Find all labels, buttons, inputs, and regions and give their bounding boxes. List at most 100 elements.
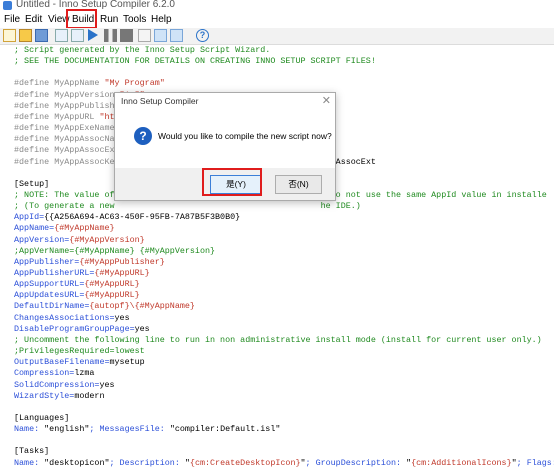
code-token: #define MyAppURL xyxy=(14,111,100,122)
code-line: DisableProgramGroupPage=yes xyxy=(14,324,150,335)
code-token: AppSupportURL= xyxy=(14,279,85,290)
target-icon[interactable] xyxy=(138,29,151,42)
code-token: Name: xyxy=(14,457,45,468)
code-token: DefaultDirName= xyxy=(14,301,90,312)
code-line: [Tasks] xyxy=(14,446,49,457)
code-token: mysetup xyxy=(109,357,145,368)
code-token: ;PrivilegesRequired=lowest xyxy=(14,346,145,357)
code-token: Compression= xyxy=(14,368,75,379)
code-token: OutputBaseFilename= xyxy=(14,357,110,368)
close-icon[interactable]: ✕ xyxy=(322,94,331,107)
code-line: ; Uncomment the following line to run in… xyxy=(14,335,542,346)
toolbar: ? xyxy=(0,28,554,45)
code-token: #define MyAppExeName xyxy=(14,123,115,134)
code-line: AppSupportURL={#MyAppURL} xyxy=(14,279,140,290)
code-line: ; SEE THE DOCUMENTATION FOR DETAILS ON C… xyxy=(14,56,376,67)
code-line: #define MyAppPublisher xyxy=(14,101,125,112)
code-token: {cm:AdditionalIcons} xyxy=(411,457,512,468)
code-token: {#MyAppName} xyxy=(54,223,115,234)
code-token: ;AppVerName={#MyAppName} {#MyAppVersion} xyxy=(14,245,216,256)
code-token: AppId= xyxy=(14,212,45,223)
run-icon[interactable] xyxy=(88,29,98,41)
code-token: yes xyxy=(114,312,130,323)
code-line: AppId={{A256A694-AC63-450F-95FB-7A87B5F3… xyxy=(14,212,240,223)
code-line: #define MyAppAssocNa xyxy=(14,134,115,145)
open-folder-icon[interactable] xyxy=(19,29,32,42)
code-token: DisableProgramGroupPage= xyxy=(14,323,135,334)
code-token: ; (To generate a new xyxy=(14,201,115,212)
code-line: ChangesAssociations=yes xyxy=(14,313,130,324)
no-button[interactable]: 否(N) xyxy=(275,175,322,194)
code-token: [Tasks] xyxy=(14,446,50,457)
menu-edit[interactable]: Edit xyxy=(25,14,42,25)
save-icon[interactable] xyxy=(35,29,48,42)
code-token: ; NOTE: The value of xyxy=(14,189,115,200)
app-icon xyxy=(3,1,12,10)
pause-icon[interactable] xyxy=(104,29,117,42)
code-token: Name: xyxy=(14,424,45,435)
code-token: #define MyAppAssocEx xyxy=(14,145,115,156)
code-token: [Setup] xyxy=(14,178,50,189)
step-over-icon[interactable] xyxy=(170,29,183,42)
code-token: ; MessagesFile: xyxy=(89,424,170,435)
code-token: {#MyAppVersion} xyxy=(69,234,145,245)
code-line: AppVersion={#MyAppVersion} xyxy=(14,235,145,246)
code-token: ; Uncomment the following line to run in… xyxy=(14,334,542,345)
code-token: modern xyxy=(74,390,105,401)
code-token: {{A256A694-AC63-450F-95FB-7A87B5F3B0B0} xyxy=(44,212,241,223)
dialog-title: Inno Setup Compiler xyxy=(121,96,199,106)
code-token: ; GroupDescription: xyxy=(305,457,407,468)
code-line: AppPublisherURL={#MyAppURL} xyxy=(14,268,150,279)
code-token: AppPublisherURL= xyxy=(14,268,95,278)
question-icon: ? xyxy=(134,127,152,145)
compile-icon[interactable] xyxy=(55,29,68,42)
code-line: ;PrivilegesRequired=lowest xyxy=(14,346,145,357)
code-line: [Setup] xyxy=(14,179,49,190)
code-token: {#MyAppPublisher} xyxy=(79,256,165,267)
code-line: DefaultDirName={autopf}\{#MyAppName} xyxy=(14,301,195,312)
upload-icon[interactable] xyxy=(71,29,84,42)
new-file-icon[interactable] xyxy=(3,29,16,42)
code-token: he IDE.) xyxy=(114,201,361,212)
code-token: "compiler:Default.isl" xyxy=(169,424,281,435)
code-line: ; Script generated by the Inno Setup Scr… xyxy=(14,45,270,56)
menu-help[interactable]: Help xyxy=(151,14,172,25)
code-line: #define MyAppURL "ht xyxy=(14,112,115,123)
code-line: OutputBaseFilename=mysetup xyxy=(14,357,145,368)
code-token: WizardStyle= xyxy=(14,390,75,401)
code-token: #define MyAppPublisher xyxy=(14,100,125,111)
code-line: Compression=lzma xyxy=(14,368,94,379)
code-token: "english" xyxy=(44,424,90,435)
step-into-icon[interactable] xyxy=(154,29,167,42)
code-token: ; Script generated by the Inno Setup Scr… xyxy=(14,45,271,55)
code-token: AppPublisher= xyxy=(14,256,80,267)
code-token: {cm:CreateDesktopIcon} xyxy=(189,457,301,468)
code-token: #define MyAppVersion xyxy=(14,89,120,100)
code-token: AppUpdatesURL= xyxy=(14,290,85,301)
code-line: ;AppVerName={#MyAppName} {#MyAppVersion} xyxy=(14,246,215,257)
code-token: AppVersion= xyxy=(14,234,70,245)
code-token: ; Description: xyxy=(109,457,185,468)
stop-icon[interactable] xyxy=(120,29,133,42)
code-line: SolidCompression=yes xyxy=(14,380,115,391)
help-icon[interactable]: ? xyxy=(196,29,209,42)
code-token: {autopf}\{#MyAppName} xyxy=(89,301,195,312)
code-line: #define MyAppName "My Program" xyxy=(14,78,165,89)
code-token: "My Program" xyxy=(104,78,165,89)
menu-tools[interactable]: Tools xyxy=(123,14,146,25)
code-token: #define MyAppAssocKe xyxy=(14,156,115,167)
code-token: {#MyAppURL} xyxy=(84,279,140,290)
menu-file[interactable]: File xyxy=(4,14,20,25)
code-token: "ht xyxy=(99,111,115,122)
code-token: #define MyAppName xyxy=(14,78,105,89)
code-line: #define MyAppAssocEx xyxy=(14,145,115,156)
code-token: lzma xyxy=(74,368,95,379)
menu-run[interactable]: Run xyxy=(100,14,118,25)
code-token: {#MyAppURL} xyxy=(94,268,150,278)
code-token: #define MyAppAssocNa xyxy=(14,134,115,145)
yes-button-highlight xyxy=(202,168,262,196)
code-token: yes xyxy=(134,323,150,334)
code-line: AppPublisher={#MyAppPublisher} xyxy=(14,257,165,268)
code-token: ; Flags: xyxy=(516,457,554,468)
code-line: [Languages] xyxy=(14,413,69,424)
